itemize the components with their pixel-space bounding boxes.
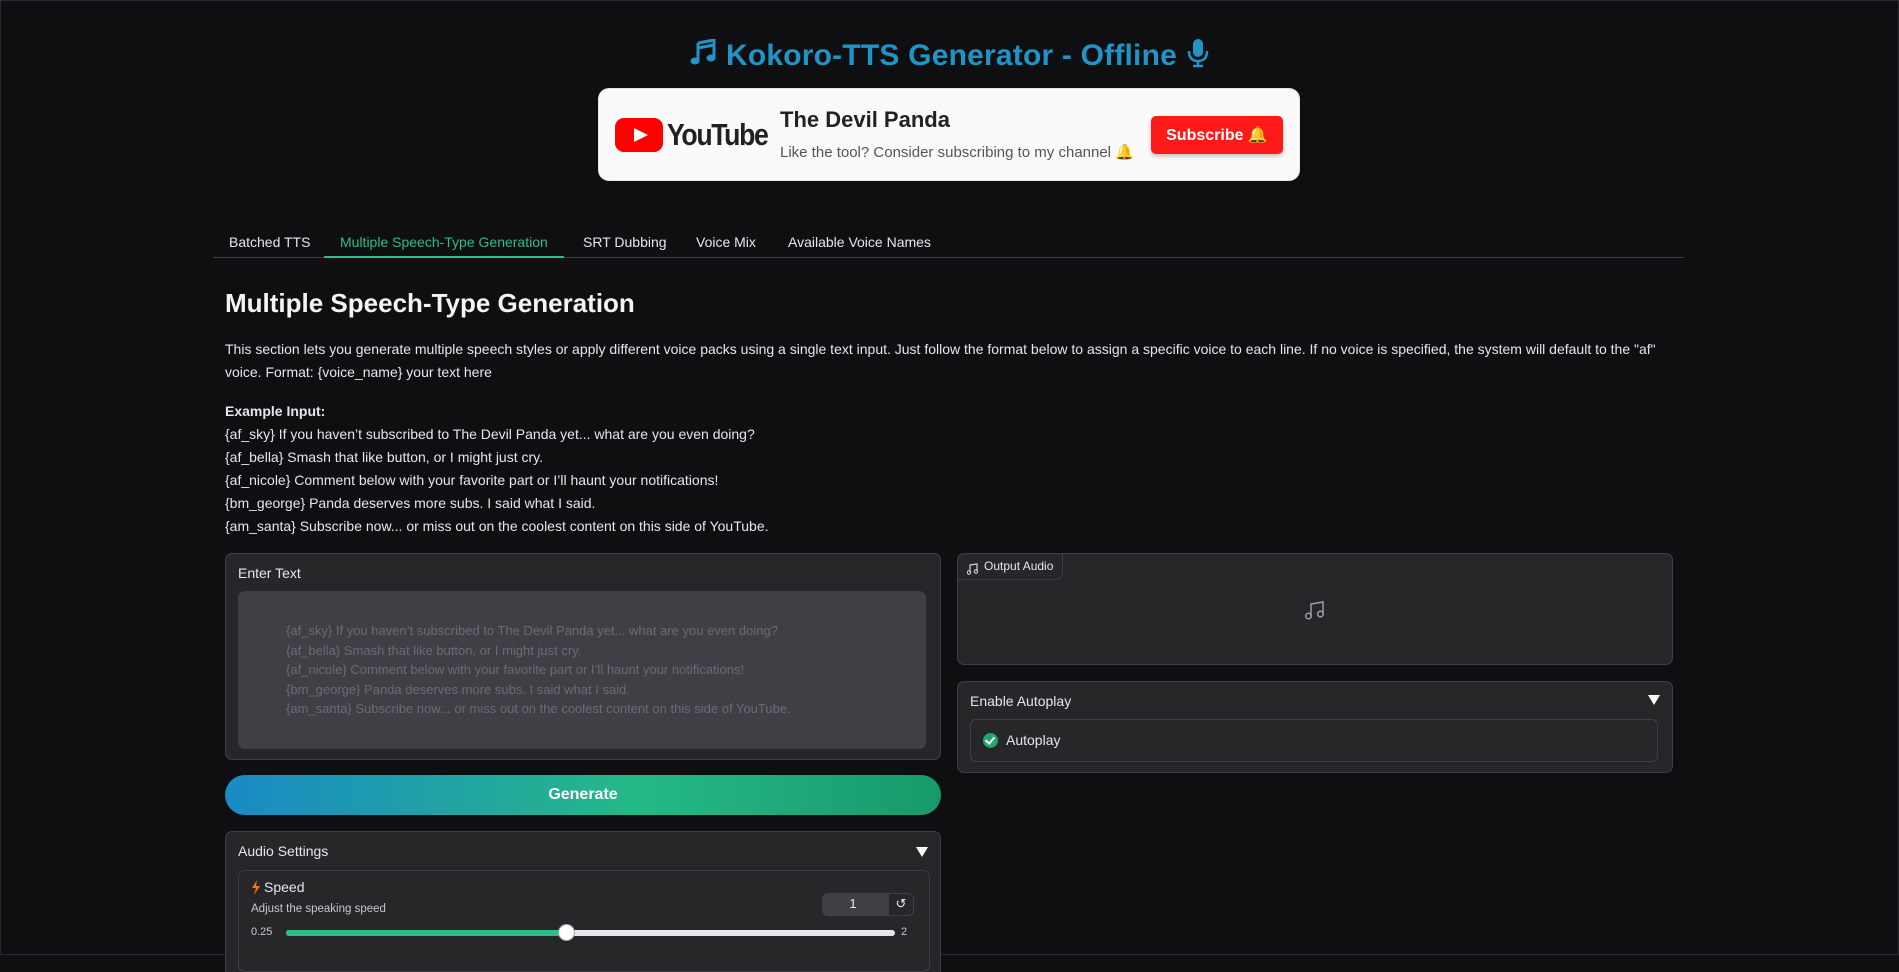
audio-settings-label[interactable]: Audio Settings [238, 843, 328, 859]
tab-bar: Batched TTS Multiple Speech-Type Generat… [213, 229, 1684, 258]
example-line: {bm_george} Panda deserves more subs. I … [225, 495, 596, 511]
output-audio-label: Output Audio [984, 559, 1054, 573]
example-line: {af_bella} Smash that like button, or I … [225, 449, 544, 465]
app-title-bar: Kokoro-TTS Generator - Offline [0, 38, 1899, 76]
autoplay-checkbox-field[interactable]: Autoplay [970, 719, 1658, 762]
text-input-panel: Enter Text {af_sky} If you haven’t subsc… [225, 553, 941, 760]
speed-slider-thumb[interactable] [558, 924, 576, 941]
autoplay-checkbox-label[interactable]: Autoplay [1006, 732, 1060, 748]
text-input[interactable]: {af_sky} If you haven’t subscribed to Th… [238, 591, 926, 749]
example-line: {am_santa} Subscribe now... or miss out … [225, 518, 769, 534]
generate-button[interactable]: Generate [225, 775, 941, 815]
text-input-label: Enter Text [238, 565, 301, 581]
app-title: Kokoro-TTS Generator - Offline [725, 38, 1178, 72]
tab-batched-tts[interactable]: Batched TTS [213, 229, 326, 256]
channel-tagline: Like the tool? Consider subscribing to m… [780, 144, 1134, 161]
audio-settings-accordion: Audio Settings Speed Adjust the speaking… [225, 831, 941, 972]
section-title: Multiple Speech-Type Generation [225, 288, 635, 318]
output-audio-panel: Output Audio [957, 553, 1673, 665]
example-line: {af_nicole} Comment below with your favo… [225, 472, 719, 488]
speed-info: Adjust the speaking speed [251, 903, 386, 915]
example-input: Example Input: {af_sky} If you haven’t s… [225, 400, 769, 538]
microphone-icon [1187, 38, 1209, 76]
example-line: {af_sky} If you haven’t subscribed to Th… [225, 426, 755, 442]
youtube-play-icon [615, 118, 663, 152]
youtube-banner: YouTube The Devil Panda Like the tool? C… [599, 89, 1299, 180]
channel-name: The Devil Panda [780, 107, 950, 132]
music-note-icon [1305, 601, 1325, 625]
example-heading: Example Input: [225, 403, 326, 419]
output-audio-badge: Output Audio [958, 554, 1064, 583]
speed-max-label: 2 [901, 926, 908, 938]
placeholder-line: {af_nicole} Comment below with your favo… [286, 662, 745, 677]
tab-available-voice-names[interactable]: Available Voice Names [772, 229, 947, 256]
placeholder-line: {af_bella} Smash that like button, or I … [286, 642, 582, 658]
reset-icon[interactable]: ↺ [888, 893, 914, 916]
autoplay-accordion: Enable Autoplay Autoplay [957, 681, 1673, 773]
section-description: This section lets you generate multiple … [225, 341, 1656, 380]
speed-slider[interactable] [286, 924, 895, 941]
music-notes-icon [690, 38, 716, 75]
lightning-icon [251, 880, 261, 900]
music-note-small-icon [966, 559, 979, 583]
collapse-arrow-icon[interactable] [1648, 695, 1660, 705]
placeholder-line: {bm_george} Panda deserves more subs. I … [286, 681, 630, 697]
speed-setting: Speed Adjust the speaking speed 1 ↺ 0.25… [238, 870, 930, 972]
placeholder-line: {am_santa} Subscribe now... or miss out … [286, 701, 791, 716]
checkbox-checked-icon[interactable] [983, 733, 998, 748]
speed-slider-fill [286, 930, 567, 936]
youtube-wordmark: YouTube [667, 117, 769, 152]
speed-value[interactable]: 1 [822, 896, 884, 911]
tab-voice-mix[interactable]: Voice Mix [680, 229, 772, 256]
tab-multiple-speech-type[interactable]: Multiple Speech-Type Generation [324, 229, 564, 258]
youtube-logo[interactable]: YouTube [615, 115, 784, 155]
speed-min-label: 0.25 [251, 926, 273, 938]
autoplay-accordion-label[interactable]: Enable Autoplay [970, 693, 1071, 709]
speed-number-input[interactable]: 1 ↺ [822, 893, 914, 916]
subscribe-button[interactable]: Subscribe 🔔 [1151, 116, 1283, 154]
placeholder-line: {af_sky} If you haven’t subscribed to Th… [286, 623, 778, 638]
speed-label: Speed [264, 879, 305, 895]
tab-srt-dubbing[interactable]: SRT Dubbing [567, 229, 683, 256]
collapse-arrow-icon[interactable] [916, 847, 928, 857]
